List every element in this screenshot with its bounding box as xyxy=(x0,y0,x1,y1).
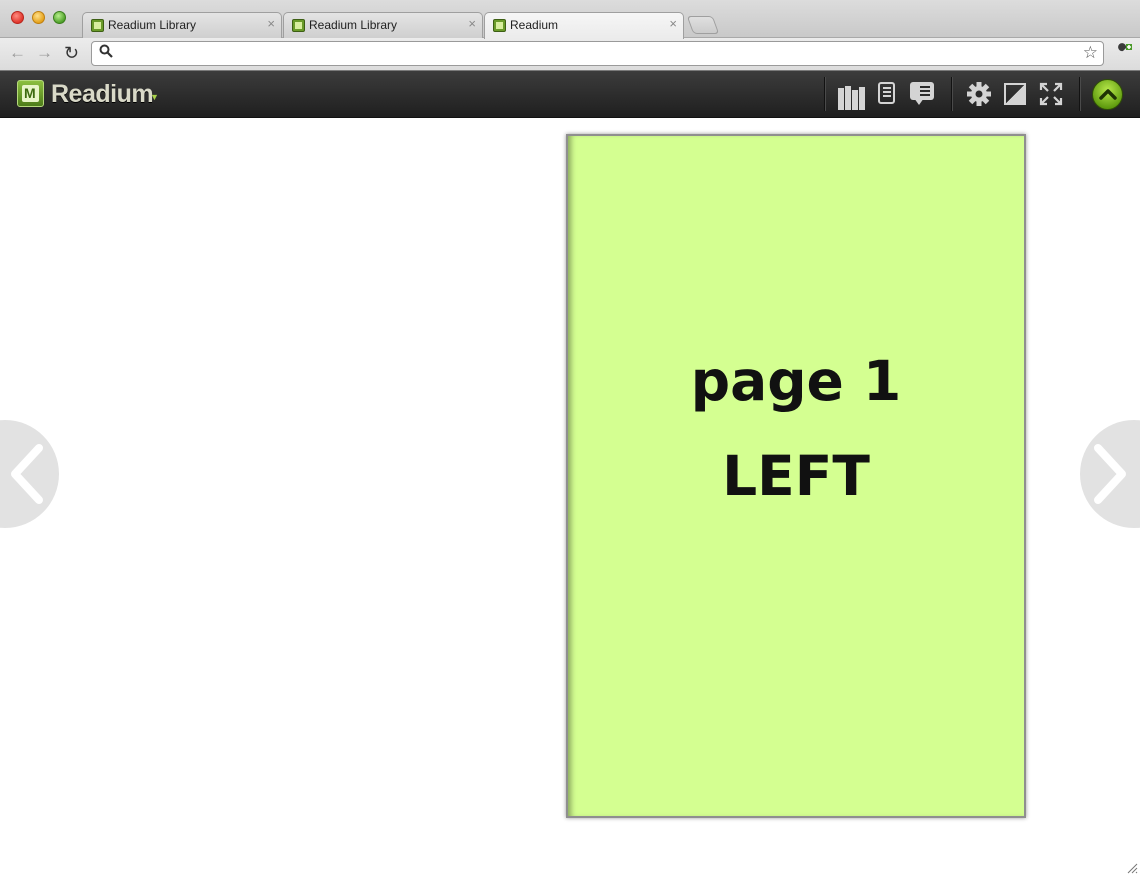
resize-grip-icon[interactable] xyxy=(1126,862,1138,874)
readium-favicon-icon xyxy=(292,19,305,32)
chevron-left-icon xyxy=(11,444,43,504)
browser-tab[interactable]: Readium Library × xyxy=(82,12,282,38)
notes-icon[interactable] xyxy=(908,80,938,108)
previous-page-button[interactable] xyxy=(0,420,59,528)
tab-title: Readium xyxy=(510,18,559,32)
toolbar-divider xyxy=(1079,77,1081,111)
toolbar-divider xyxy=(824,77,826,111)
book-page: page 1 LEFT xyxy=(566,134,1026,818)
toc-icon[interactable] xyxy=(872,80,902,108)
tab-close-icon[interactable]: × xyxy=(267,17,275,31)
next-page-button[interactable] xyxy=(1080,420,1140,528)
reload-icon[interactable]: ↻ xyxy=(64,44,79,62)
fullscreen-icon[interactable] xyxy=(1036,80,1066,108)
readium-logo-icon[interactable] xyxy=(17,80,44,107)
browser-tab[interactable]: Readium Library × xyxy=(283,12,483,38)
window-minimize-button[interactable] xyxy=(32,11,45,24)
contrast-icon[interactable] xyxy=(1000,80,1030,108)
browser-navbar: ← → ↻ ☆ xyxy=(0,38,1140,71)
bookmark-star-icon[interactable]: ☆ xyxy=(1083,43,1098,63)
tab-title: Readium Library xyxy=(108,18,197,32)
app-title[interactable]: Readium xyxy=(51,80,154,109)
readium-favicon-icon xyxy=(91,19,104,32)
search-icon xyxy=(99,44,113,62)
chevron-right-icon xyxy=(1094,444,1126,504)
browser-tab-active[interactable]: Readium × xyxy=(484,12,684,39)
browser-tab-strip: Readium Library × Readium Library × Read… xyxy=(0,0,1140,39)
reader-viewport: page 1 LEFT xyxy=(0,118,1140,876)
tab-close-icon[interactable]: × xyxy=(669,17,677,31)
address-bar[interactable]: ☆ xyxy=(91,41,1104,66)
back-arrow-icon[interactable]: ← xyxy=(9,44,26,62)
page-text-line: page 1 xyxy=(690,349,902,413)
chevron-up-icon[interactable] xyxy=(1092,79,1123,110)
address-input[interactable] xyxy=(118,45,1072,64)
app-menu-caret-icon[interactable]: ▼ xyxy=(150,92,159,102)
tab-title: Readium Library xyxy=(309,18,398,32)
gear-icon[interactable] xyxy=(964,80,994,108)
window-maximize-button[interactable] xyxy=(53,11,66,24)
forward-arrow-icon[interactable]: → xyxy=(36,44,53,62)
library-icon[interactable] xyxy=(836,80,866,110)
wrench-menu-icon[interactable] xyxy=(1113,43,1133,66)
new-tab-button[interactable] xyxy=(686,16,720,34)
readium-toolbar: Readium ▼ xyxy=(0,71,1140,118)
window-close-button[interactable] xyxy=(11,11,24,24)
tab-close-icon[interactable]: × xyxy=(468,17,476,31)
toolbar-divider xyxy=(951,77,953,111)
readium-favicon-icon xyxy=(493,19,506,32)
page-text-line: LEFT xyxy=(722,444,870,508)
